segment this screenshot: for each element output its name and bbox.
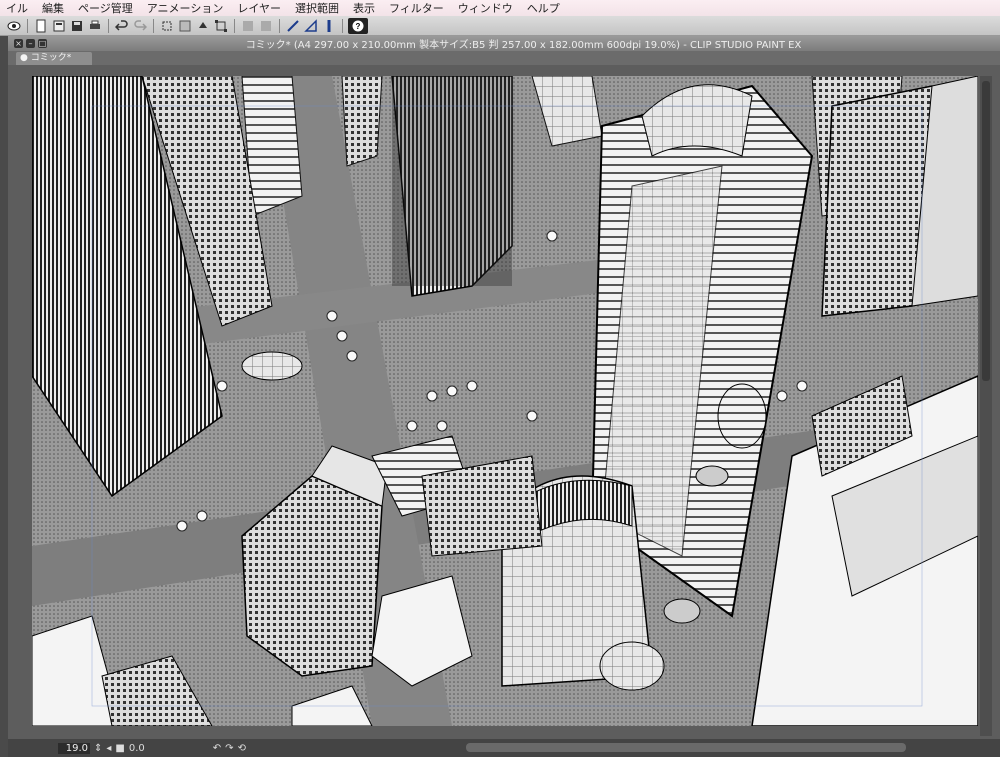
zoom-level-field[interactable]: 19.0 <box>58 742 90 754</box>
rotate-right-icon[interactable]: ↷ <box>225 743 233 754</box>
menu-edit[interactable]: 編集 <box>36 0 72 16</box>
toolbar-separator <box>27 18 28 33</box>
transform-box-icon[interactable] <box>213 18 229 34</box>
ruler-2-icon[interactable] <box>303 18 319 34</box>
toolbar-separator <box>153 18 154 33</box>
pen-icon[interactable] <box>321 18 337 34</box>
undo-icon[interactable] <box>114 18 130 34</box>
manga-city-illustration <box>32 76 978 726</box>
menu-page[interactable]: ページ管理 <box>72 0 141 16</box>
minimize-icon[interactable]: – <box>26 39 35 48</box>
window-titlebar: × – □ コミック* (A4 297.00 x 210.00mm 製本サイズ:… <box>8 36 1000 51</box>
rotate-left-icon[interactable]: ↶ <box>213 743 221 754</box>
toolbar-separator <box>279 18 280 33</box>
maximize-icon[interactable]: □ <box>38 39 47 48</box>
menu-file[interactable]: イル <box>0 0 36 16</box>
ruler-icon[interactable] <box>285 18 301 34</box>
svg-text:?: ? <box>356 22 361 31</box>
canvas-status-bar: 19.0 ⇕ ◂ ■ 0.0 ↶ ↷ ⟲ <box>8 739 1000 757</box>
menu-animation[interactable]: アニメーション <box>141 0 232 16</box>
zoom-out-icon[interactable]: ◂ <box>106 743 111 754</box>
snap-icon[interactable] <box>177 18 193 34</box>
command-bar: ? <box>0 16 1000 36</box>
new-file-icon[interactable] <box>33 18 49 34</box>
menu-window[interactable]: ウィンドウ <box>452 0 521 16</box>
close-icon[interactable]: × <box>14 39 23 48</box>
menu-layer[interactable]: レイヤー <box>231 0 289 16</box>
reset-view-icon[interactable]: ⟲ <box>238 743 246 754</box>
redo-icon[interactable] <box>132 18 148 34</box>
tab-bar: ● コミック* <box>8 51 1000 65</box>
menu-filter[interactable]: フィルター <box>383 0 452 16</box>
menu-selection[interactable]: 選択範囲 <box>289 0 347 16</box>
save-icon[interactable] <box>69 18 85 34</box>
toolbar-separator <box>342 18 343 33</box>
rotation-angle-field[interactable]: 0.0 <box>129 743 145 754</box>
horizontal-scrollbar[interactable] <box>466 743 906 752</box>
open-file-icon[interactable] <box>51 18 67 34</box>
fill-icon[interactable] <box>195 18 211 34</box>
window-title: コミック* (A4 297.00 x 210.00mm 製本サイズ:B5 判 2… <box>245 40 802 51</box>
print-icon[interactable] <box>87 18 103 34</box>
menu-help[interactable]: ヘルプ <box>521 0 568 16</box>
vertical-scroll-thumb[interactable] <box>982 81 990 381</box>
toolbar-separator <box>108 18 109 33</box>
left-panel-strip <box>0 36 8 757</box>
toolbar-separator <box>234 18 235 33</box>
document-window: × – □ コミック* (A4 297.00 x 210.00mm 製本サイズ:… <box>8 36 1000 757</box>
transform-icon[interactable] <box>159 18 175 34</box>
menu-view[interactable]: 表示 <box>347 0 383 16</box>
tab-label: コミック* <box>30 53 72 63</box>
drawing-canvas[interactable] <box>32 76 978 726</box>
disabled-tool-icon-2[interactable] <box>258 18 274 34</box>
menu-bar: イル 編集 ページ管理 アニメーション レイヤー 選択範囲 表示 フィルター ウ… <box>0 0 1000 16</box>
vertical-scrollbar[interactable] <box>980 76 992 736</box>
help-icon[interactable]: ? <box>348 17 368 34</box>
zoom-stepper-icon[interactable]: ⇕ <box>94 743 102 754</box>
rotate-icon[interactable]: ■ <box>115 743 124 754</box>
disabled-tool-icon[interactable] <box>240 18 256 34</box>
app-logo-icon[interactable] <box>6 18 22 34</box>
tab-comic[interactable]: ● コミック* <box>16 52 92 65</box>
